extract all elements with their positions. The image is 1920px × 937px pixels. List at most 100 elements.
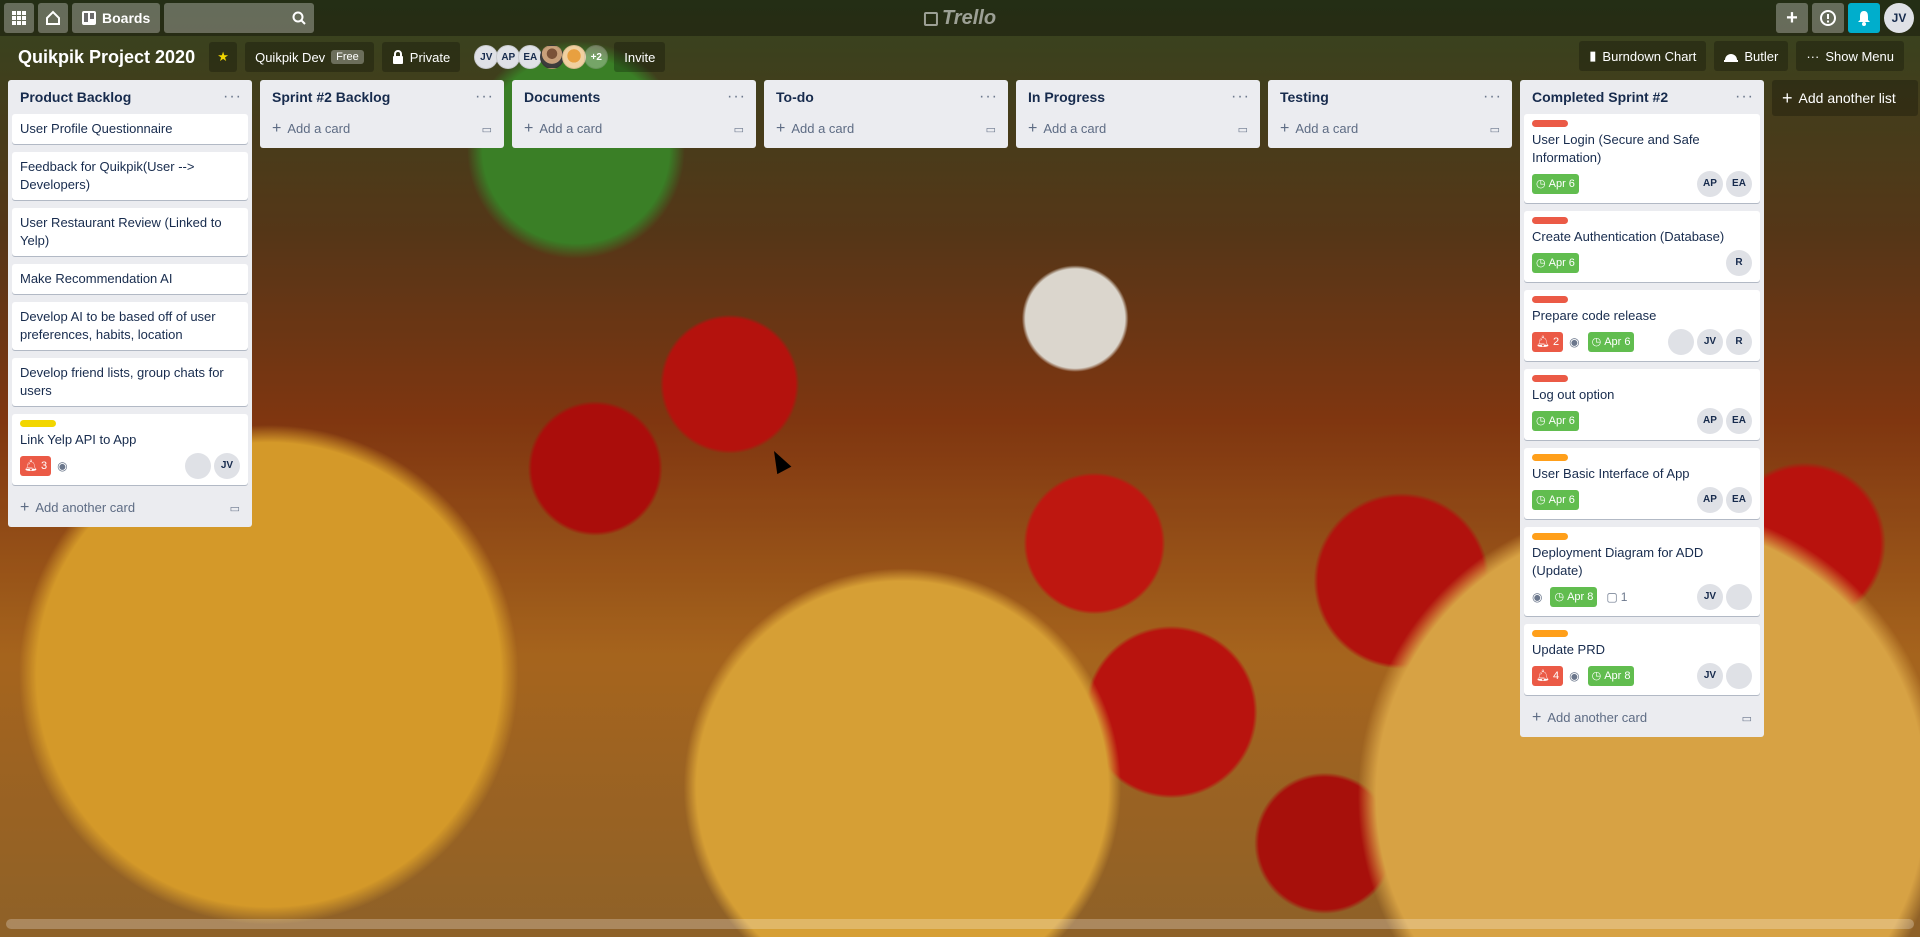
template-icon[interactable]: ▭ xyxy=(986,123,996,136)
logo-text: Trello xyxy=(941,7,997,29)
list-title[interactable]: Documents xyxy=(524,89,600,105)
search-input[interactable] xyxy=(164,3,315,33)
add-card-button[interactable]: + Add another card ▭ xyxy=(1524,703,1760,733)
show-menu-button[interactable]: ··· Show Menu xyxy=(1796,41,1904,71)
member-avatar[interactable]: JV xyxy=(1697,584,1723,610)
member-avatar[interactable]: R xyxy=(1726,250,1752,276)
card[interactable]: User Basic Interface of App ◷ Apr 6 AP EA xyxy=(1524,448,1760,519)
trello-logo[interactable]: Trello xyxy=(923,7,997,30)
invite-button[interactable]: Invite xyxy=(614,42,666,72)
card[interactable]: Deployment Diagram for ADD (Update) ◉ ◷ A… xyxy=(1524,527,1760,616)
due-date-badge[interactable]: ◷ Apr 6 xyxy=(1532,411,1579,431)
add-list-button[interactable]: + Add another list xyxy=(1772,80,1918,116)
list-menu-icon[interactable]: ··· xyxy=(1483,88,1502,106)
card-title: Develop friend lists, group chats for us… xyxy=(20,365,224,398)
add-card-button[interactable]: + Add a card ▭ xyxy=(768,114,1004,144)
list-title[interactable]: Completed Sprint #2 xyxy=(1532,89,1668,105)
list-title[interactable]: To-do xyxy=(776,89,814,105)
board-title[interactable]: Quikpik Project 2020 xyxy=(12,47,201,68)
due-date: Apr 6 xyxy=(1548,415,1575,427)
list-testing: Testing ··· + Add a card ▭ xyxy=(1268,80,1512,148)
list-menu-icon[interactable]: ··· xyxy=(1231,88,1250,106)
member-avatar[interactable]: R xyxy=(1726,329,1752,355)
create-button[interactable]: + xyxy=(1776,3,1808,33)
card[interactable]: Link Yelp API to App 🔔︎ 3 ◉ JV xyxy=(12,414,248,485)
boards-button[interactable]: Boards xyxy=(72,3,161,33)
list-title[interactable]: Testing xyxy=(1280,89,1329,105)
member-avatar[interactable]: JV xyxy=(1697,663,1723,689)
due-date-badge[interactable]: ◷ Apr 8 xyxy=(1550,587,1598,607)
template-icon[interactable]: ▭ xyxy=(734,123,744,136)
list-menu-icon[interactable]: ··· xyxy=(1735,88,1754,106)
team-button[interactable]: Quikpik Dev Free xyxy=(245,42,374,72)
due-date-badge[interactable]: ◷ Apr 6 xyxy=(1587,332,1635,352)
card[interactable]: User Restaurant Review (Linked to Yelp) xyxy=(12,208,248,256)
card[interactable]: User Login (Secure and Safe Information)… xyxy=(1524,114,1760,203)
member-avatar-photo[interactable] xyxy=(562,45,587,69)
template-icon[interactable]: ▭ xyxy=(1490,123,1500,136)
card-label xyxy=(1532,120,1568,127)
template-icon[interactable]: ▭ xyxy=(1742,712,1752,725)
member-avatar[interactable]: JV xyxy=(1697,329,1723,355)
member-avatar[interactable]: EA xyxy=(1726,408,1752,434)
user-avatar[interactable]: JV xyxy=(1884,3,1914,33)
list-menu-icon[interactable]: ··· xyxy=(475,88,494,106)
card[interactable]: Make Recommendation AI xyxy=(12,264,248,294)
bell-icon: 🔔︎ xyxy=(1536,336,1550,348)
card-title: User Profile Questionnaire xyxy=(20,121,173,136)
member-avatar-photo[interactable] xyxy=(1726,584,1752,610)
card[interactable]: Log out option ◷ Apr 6 AP EA xyxy=(1524,369,1760,440)
butler-button[interactable]: Butler xyxy=(1714,41,1789,71)
list-menu-icon[interactable]: ··· xyxy=(727,88,746,106)
member-avatar[interactable]: EA xyxy=(518,45,543,69)
card[interactable]: Feedback for Quikpik(User --> Developers… xyxy=(12,152,248,200)
burndown-chart-button[interactable]: ▮ Burndown Chart xyxy=(1579,41,1707,71)
due-date-badge[interactable]: ◷ Apr 8 xyxy=(1587,666,1635,686)
member-avatar-photo[interactable] xyxy=(540,45,565,69)
card[interactable]: Create Authentication (Database) ◷ Apr 6 … xyxy=(1524,211,1760,282)
member-avatar[interactable]: JV xyxy=(214,453,240,479)
add-card-button[interactable]: + Add another card ▭ xyxy=(12,493,248,523)
visibility-button[interactable]: Private xyxy=(381,42,461,72)
apps-button[interactable] xyxy=(4,3,34,33)
list-menu-icon[interactable]: ··· xyxy=(979,88,998,106)
member-avatar-photo[interactable] xyxy=(1668,329,1694,355)
plus-icon: + xyxy=(1532,709,1542,726)
notifications-button[interactable] xyxy=(1848,3,1880,33)
due-date-badge[interactable]: ◷ Apr 6 xyxy=(1532,253,1579,273)
info-button[interactable] xyxy=(1812,3,1844,33)
add-card-button[interactable]: + Add a card ▭ xyxy=(1272,114,1508,144)
due-date-badge[interactable]: ◷ Apr 6 xyxy=(1532,174,1579,194)
card[interactable]: User Profile Questionnaire xyxy=(12,114,248,144)
add-card-button[interactable]: + Add a card ▭ xyxy=(516,114,752,144)
card[interactable]: Develop friend lists, group chats for us… xyxy=(12,358,248,406)
list-title[interactable]: Product Backlog xyxy=(20,89,131,105)
home-button[interactable] xyxy=(38,3,68,33)
member-avatar-photo[interactable] xyxy=(185,453,211,479)
add-card-button[interactable]: + Add a card ▭ xyxy=(264,114,500,144)
member-avatar[interactable]: AP xyxy=(1697,487,1723,513)
list-title[interactable]: Sprint #2 Backlog xyxy=(272,89,390,105)
list-menu-icon[interactable]: ··· xyxy=(223,88,242,106)
member-avatar[interactable]: AP xyxy=(1697,171,1723,197)
template-icon[interactable]: ▭ xyxy=(1238,123,1248,136)
member-avatar-photo[interactable] xyxy=(1726,663,1752,689)
grid-icon xyxy=(12,11,26,25)
member-avatar[interactable]: EA xyxy=(1726,171,1752,197)
list-title[interactable]: In Progress xyxy=(1028,89,1105,105)
card[interactable]: Update PRD 🔔︎ 4 ◉ ◷ Apr 8 JV xyxy=(1524,624,1760,695)
template-icon[interactable]: ▭ xyxy=(230,502,240,515)
due-date-badge[interactable]: ◷ Apr 6 xyxy=(1532,490,1579,510)
template-icon[interactable]: ▭ xyxy=(482,123,492,136)
more-members-badge[interactable]: +2 xyxy=(584,45,609,69)
card[interactable]: Develop AI to be based off of user prefe… xyxy=(12,302,248,350)
member-avatar[interactable]: JV xyxy=(474,45,499,69)
member-avatar[interactable]: AP xyxy=(496,45,521,69)
member-avatar[interactable]: AP xyxy=(1697,408,1723,434)
member-avatar[interactable]: EA xyxy=(1726,487,1752,513)
horizontal-scrollbar[interactable] xyxy=(6,919,1914,929)
notification-count: 4 xyxy=(1552,670,1560,682)
add-card-button[interactable]: + Add a card ▭ xyxy=(1020,114,1256,144)
star-button[interactable]: ★ xyxy=(209,42,238,72)
card[interactable]: Prepare code release 🔔︎ 2 ◉ ◷ Apr 6 JV R xyxy=(1524,290,1760,361)
